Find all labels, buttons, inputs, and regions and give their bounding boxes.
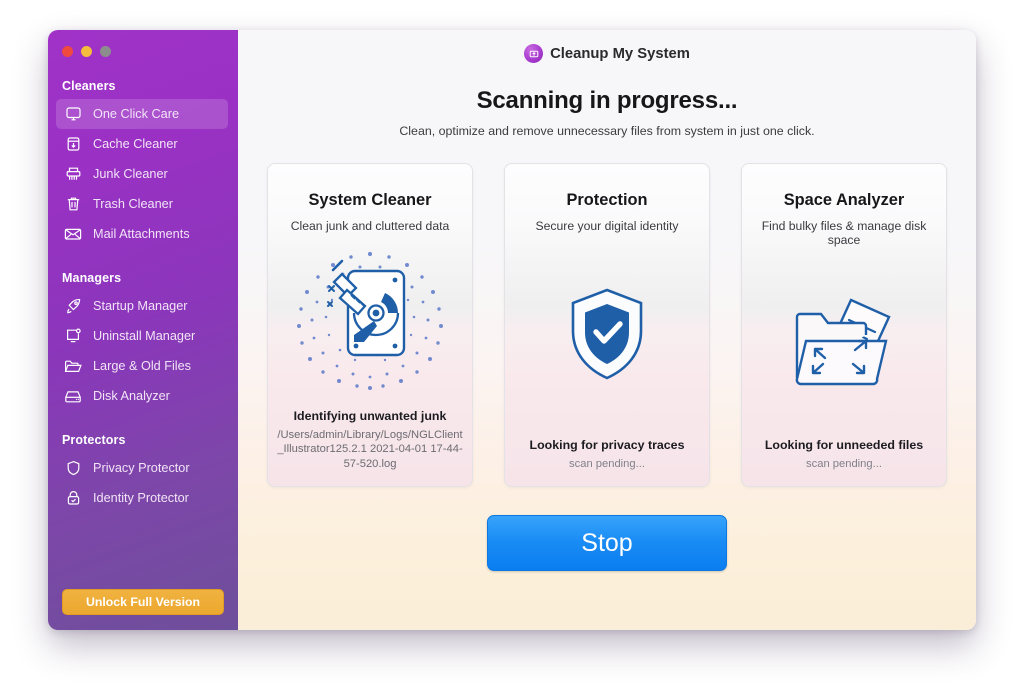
card-protection[interactable]: Protection Secure your digital identity … — [504, 163, 710, 487]
shield-check-icon — [505, 233, 709, 438]
window-traffic-lights — [48, 30, 238, 57]
sidebar-item-label: Mail Attachments — [93, 227, 190, 241]
unlock-full-version-button[interactable]: Unlock Full Version — [62, 589, 224, 615]
stop-button[interactable]: Stop — [487, 515, 727, 571]
cleanup-logo-icon — [524, 44, 544, 63]
folder-expand-icon — [742, 247, 946, 438]
sidebar: Cleaners One Click Care Cache Cleaner Ju… — [48, 30, 238, 630]
card-status: Identifying unwanted junk /Users/admin/L… — [268, 409, 472, 486]
sidebar-item-identity-protector[interactable]: Identity Protector — [56, 483, 228, 513]
sidebar-item-one-click-care[interactable]: One Click Care — [56, 99, 228, 129]
screenshot-root: Cleaners One Click Care Cache Cleaner Ju… — [0, 0, 1024, 692]
trash-icon — [62, 195, 84, 213]
card-status-title: Identifying unwanted junk — [293, 408, 447, 423]
sidebar-item-cache-cleaner[interactable]: Cache Cleaner — [56, 129, 228, 159]
sidebar-item-label: One Click Care — [93, 107, 180, 121]
sidebar-section-managers-title: Managers — [62, 271, 122, 285]
card-status-detail: /Users/admin/Library/Logs/NGLClient_Illu… — [277, 428, 463, 471]
sidebar-item-label: Uninstall Manager — [93, 329, 196, 343]
shredder-icon — [62, 165, 84, 183]
sidebar-item-junk-cleaner[interactable]: Junk Cleaner — [56, 159, 228, 189]
sidebar-item-label: Junk Cleaner — [93, 167, 168, 181]
app-name-label: Cleanup My System — [550, 45, 690, 62]
zoom-button[interactable] — [100, 46, 111, 57]
card-status: Looking for unneeded files scan pending.… — [742, 438, 946, 486]
sidebar-item-label: Disk Analyzer — [93, 389, 170, 403]
card-status-title: Looking for unneeded files — [764, 438, 924, 453]
sidebar-section-cleaners-title: Cleaners — [62, 79, 116, 93]
main-content: Cleanup My System Scanning in progress..… — [238, 30, 976, 630]
sidebar-item-label: Startup Manager — [93, 299, 188, 313]
card-title: Space Analyzer — [783, 191, 905, 209]
shield-icon — [62, 459, 84, 477]
card-status-detail: scan pending... — [569, 458, 645, 471]
minimize-button[interactable] — [81, 46, 92, 57]
disk-broom-icon — [268, 233, 472, 409]
card-status: Looking for privacy traces scan pending.… — [505, 438, 709, 486]
sidebar-item-large-old-files[interactable]: Large & Old Files — [56, 351, 228, 381]
card-title: System Cleaner — [308, 191, 432, 209]
card-space-analyzer[interactable]: Space Analyzer Find bulky files & manage… — [741, 163, 947, 487]
sidebar-item-label: Privacy Protector — [93, 461, 190, 475]
monitor-icon — [62, 105, 84, 123]
rocket-icon — [62, 297, 84, 315]
sidebar-item-label: Identity Protector — [93, 491, 189, 505]
lock-check-icon — [62, 489, 84, 507]
app-window: Cleaners One Click Care Cache Cleaner Ju… — [48, 30, 976, 630]
scan-cards: System Cleaner Clean junk and cluttered … — [267, 163, 947, 487]
monitor-gear-icon — [62, 327, 84, 345]
envelope-icon — [62, 225, 84, 243]
card-system-cleaner[interactable]: System Cleaner Clean junk and cluttered … — [267, 163, 473, 487]
sidebar-item-trash-cleaner[interactable]: Trash Cleaner — [56, 189, 228, 219]
app-title-bar: Cleanup My System — [524, 44, 690, 63]
sidebar-item-mail-attachments[interactable]: Mail Attachments — [56, 219, 228, 249]
sidebar-item-label: Large & Old Files — [93, 359, 192, 373]
open-folder-icon — [62, 357, 84, 375]
card-status-title: Looking for privacy traces — [529, 438, 685, 453]
page-subtitle: Clean, optimize and remove unnecessary f… — [399, 124, 815, 138]
sidebar-section-protectors-title: Protectors — [62, 433, 126, 447]
card-subtitle: Secure your digital identity — [535, 219, 679, 233]
close-button[interactable] — [62, 46, 73, 57]
sidebar-item-label: Trash Cleaner — [93, 197, 173, 211]
sidebar-item-disk-analyzer[interactable]: Disk Analyzer — [56, 381, 228, 411]
box-download-icon — [62, 135, 84, 153]
sidebar-item-privacy-protector[interactable]: Privacy Protector — [56, 453, 228, 483]
sidebar-item-uninstall-manager[interactable]: Uninstall Manager — [56, 321, 228, 351]
card-status-detail: scan pending... — [806, 458, 882, 471]
page-title: Scanning in progress... — [476, 87, 738, 114]
card-subtitle: Clean junk and cluttered data — [290, 219, 450, 233]
card-subtitle: Find bulky files & manage disk space — [761, 219, 927, 247]
disk-drive-icon — [62, 387, 84, 405]
sidebar-item-startup-manager[interactable]: Startup Manager — [56, 291, 228, 321]
card-title: Protection — [566, 191, 648, 209]
sidebar-item-label: Cache Cleaner — [93, 137, 178, 151]
